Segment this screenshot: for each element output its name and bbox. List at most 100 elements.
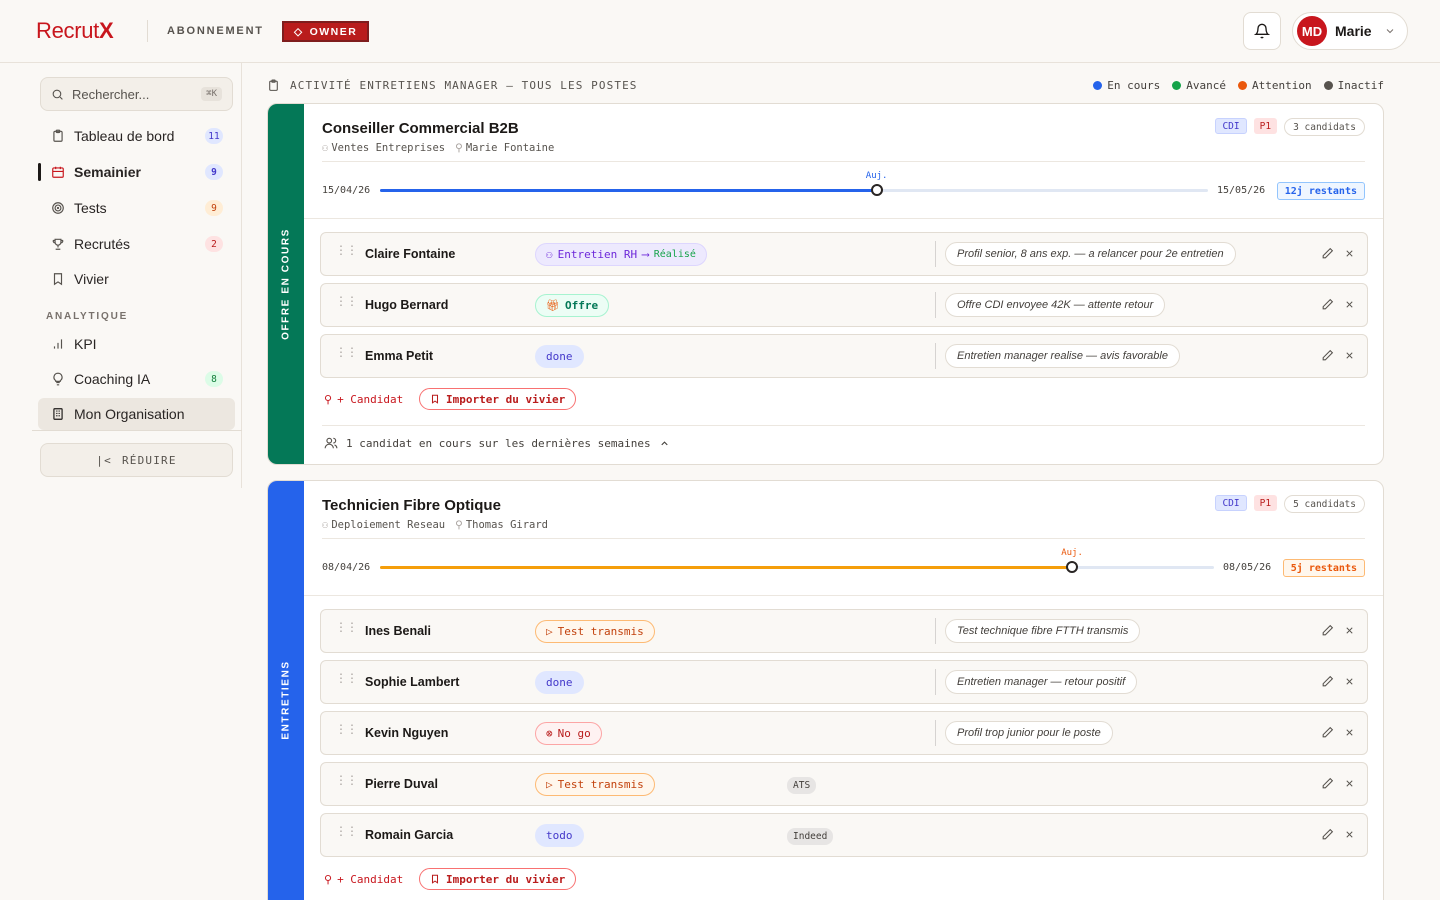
sidebar-item-vivier[interactable]: Vivier xyxy=(38,263,235,295)
candidate-note[interactable]: Offre CDI envoyee 42K — attente retour xyxy=(945,293,1166,317)
candidate-note[interactable]: Entretien manager realise — avis favorab… xyxy=(945,344,1180,368)
candidate-row[interactable]: ⋮⋮ Kevin Nguyen ⊗ No go Profil trop junio… xyxy=(320,711,1368,755)
drag-handle-icon[interactable]: ⋮⋮ xyxy=(335,672,358,684)
pencil-icon[interactable] xyxy=(1321,349,1334,362)
status-pill[interactable]: ⊗ No go xyxy=(535,722,602,745)
sidebar-item-recrutes[interactable]: Recrutés 2 xyxy=(38,228,235,260)
collapse-icon: |< xyxy=(96,453,112,467)
status-pill[interactable]: done xyxy=(535,671,584,694)
pencil-icon[interactable] xyxy=(1321,624,1334,637)
candidate-note[interactable]: Test technique fibre FTTH transmis xyxy=(945,619,1141,643)
building-icon xyxy=(53,408,63,420)
job-tags: CDI P1 5 candidats xyxy=(1215,495,1365,513)
status-pill[interactable]: ⚇ Entretien RH ⟶ Réalisé xyxy=(535,243,707,266)
drag-handle-icon[interactable]: ⋮⋮ xyxy=(335,295,358,307)
candidate-name[interactable]: Hugo Bernard xyxy=(365,298,448,312)
candidate-note[interactable]: Profil senior, 8 ans exp. — a relancer p… xyxy=(945,242,1236,266)
add-candidate-button[interactable]: ⚲ + Candidat xyxy=(324,393,403,406)
timeline-end: 08/05/26 xyxy=(1223,562,1272,573)
pencil-icon[interactable] xyxy=(1321,777,1334,790)
sidebar-item-organisation[interactable]: Mon Organisation xyxy=(38,398,235,430)
search-icon xyxy=(52,89,63,100)
users-icon: ⚇ xyxy=(546,248,553,261)
candidate-name[interactable]: Pierre Duval xyxy=(365,777,438,791)
timeline-start: 08/04/26 xyxy=(322,562,371,573)
job-title[interactable]: Conseiller Commercial B2B xyxy=(322,120,519,137)
collapse-sidebar-button[interactable]: |< RÉDUIRE xyxy=(40,443,233,477)
legend-item: Inactif xyxy=(1323,79,1384,92)
app-logo[interactable]: RecrutX xyxy=(36,18,114,44)
candidate-row[interactable]: ⋮⋮ Emma Petit done Entretien manager rea… xyxy=(320,334,1368,378)
status-pill[interactable]: ▷ Test transmis xyxy=(535,773,655,796)
target-icon xyxy=(52,202,64,214)
sidebar-item-semainier[interactable]: Semainier 9 xyxy=(38,156,235,188)
pencil-icon[interactable] xyxy=(1321,247,1334,260)
candidate-row[interactable]: ⋮⋮ Ines Benali ▷ Test transmis Test techn… xyxy=(320,609,1368,653)
import-from-pool-button[interactable]: Importer du vivier xyxy=(419,868,577,890)
close-icon[interactable] xyxy=(1344,676,1355,687)
search-input[interactable] xyxy=(72,86,182,102)
drag-handle-icon[interactable]: ⋮⋮ xyxy=(335,774,358,786)
candidate-name[interactable]: Ines Benali xyxy=(365,624,431,638)
candidate-note[interactable]: Profil trop junior pour le poste xyxy=(945,721,1113,745)
timeline-end: 15/05/26 xyxy=(1217,185,1266,196)
status-pill[interactable]: todo xyxy=(535,824,584,847)
sidebar-item-dashboard[interactable]: Tableau de bord 11 xyxy=(38,120,235,152)
notifications-button[interactable] xyxy=(1243,12,1281,50)
candidate-row[interactable]: ⋮⋮ Hugo Bernard 🎁︎ Offre Offre CDI envoye… xyxy=(320,283,1368,327)
remaining-days: 12j restants xyxy=(1276,182,1365,200)
candidate-name[interactable]: Emma Petit xyxy=(365,349,433,363)
job-card: ENTRETIENS Technicien Fibre Optique ⚇ Dep… xyxy=(267,480,1384,900)
add-candidate-button[interactable]: ⚲ + Candidat xyxy=(324,873,403,886)
candidate-name[interactable]: Kevin Nguyen xyxy=(365,726,448,740)
bookmark-icon xyxy=(431,394,439,404)
close-icon[interactable] xyxy=(1344,829,1355,840)
avatar: MD xyxy=(1297,16,1327,46)
gift-icon: 🎁︎ xyxy=(546,299,560,312)
trophy-icon xyxy=(52,238,64,250)
status-pill[interactable]: 🎁︎ Offre xyxy=(535,294,610,317)
candidate-name[interactable]: Sophie Lambert xyxy=(365,675,459,689)
user-menu-button[interactable]: MD Marie xyxy=(1292,12,1408,50)
sidebar-item-kpi[interactable]: KPI xyxy=(38,328,235,360)
pencil-icon[interactable] xyxy=(1321,675,1334,688)
legend-dot xyxy=(1093,80,1103,90)
candidate-name[interactable]: Romain Garcia xyxy=(365,828,453,842)
close-icon[interactable] xyxy=(1344,350,1355,361)
sidebar-item-tests[interactable]: Tests 9 xyxy=(38,192,235,224)
candidate-name[interactable]: Claire Fontaine xyxy=(365,247,455,261)
section-title: ABONNEMENT xyxy=(167,25,264,37)
import-from-pool-button[interactable]: Importer du vivier xyxy=(419,388,577,410)
status-pill[interactable]: done xyxy=(535,345,584,368)
job-card: OFFRE EN COURS Conseiller Commercial B2B… xyxy=(267,103,1384,465)
drag-handle-icon[interactable]: ⋮⋮ xyxy=(335,244,358,256)
history-toggle[interactable]: 1 candidat en cours sur les dernières se… xyxy=(324,436,670,450)
drag-handle-icon[interactable]: ⋮⋮ xyxy=(335,825,358,837)
sidebar-item-coaching[interactable]: Coaching IA 8 xyxy=(38,363,235,395)
candidate-row[interactable]: ⋮⋮ Sophie Lambert done Entretien manager… xyxy=(320,660,1368,704)
candidate-note[interactable]: Entretien manager — retour positif xyxy=(945,670,1138,694)
drag-handle-icon[interactable]: ⋮⋮ xyxy=(335,346,358,358)
legend-dot xyxy=(1323,80,1333,90)
status-legend: En cours Avancé Attention Inactif xyxy=(1093,79,1384,92)
close-icon[interactable] xyxy=(1344,248,1355,259)
drag-handle-icon[interactable]: ⋮⋮ xyxy=(335,723,358,735)
timeline-progress xyxy=(380,566,1073,569)
candidate-row[interactable]: ⋮⋮ Pierre Duval ▷ Test transmis ATS xyxy=(320,762,1368,806)
candidate-row[interactable]: ⋮⋮ Romain Garcia todo Indeed xyxy=(320,813,1368,857)
close-icon[interactable] xyxy=(1344,778,1355,789)
job-title[interactable]: Technicien Fibre Optique xyxy=(322,497,501,514)
search-box[interactable]: ⌘K xyxy=(40,77,233,111)
sidebar-item-label: KPI xyxy=(74,336,97,352)
pencil-icon[interactable] xyxy=(1321,298,1334,311)
close-icon[interactable] xyxy=(1344,299,1355,310)
remaining-days: 5j restants xyxy=(1282,559,1365,577)
close-icon[interactable] xyxy=(1344,625,1355,636)
today-label: Auj. xyxy=(865,171,888,181)
pencil-icon[interactable] xyxy=(1321,828,1334,841)
status-pill[interactable]: ▷ Test transmis xyxy=(535,620,655,643)
close-icon[interactable] xyxy=(1344,727,1355,738)
pencil-icon[interactable] xyxy=(1321,726,1334,739)
drag-handle-icon[interactable]: ⋮⋮ xyxy=(335,621,358,633)
candidate-row[interactable]: ⋮⋮ Claire Fontaine ⚇ Entretien RH ⟶ Réalisé… xyxy=(320,232,1368,276)
